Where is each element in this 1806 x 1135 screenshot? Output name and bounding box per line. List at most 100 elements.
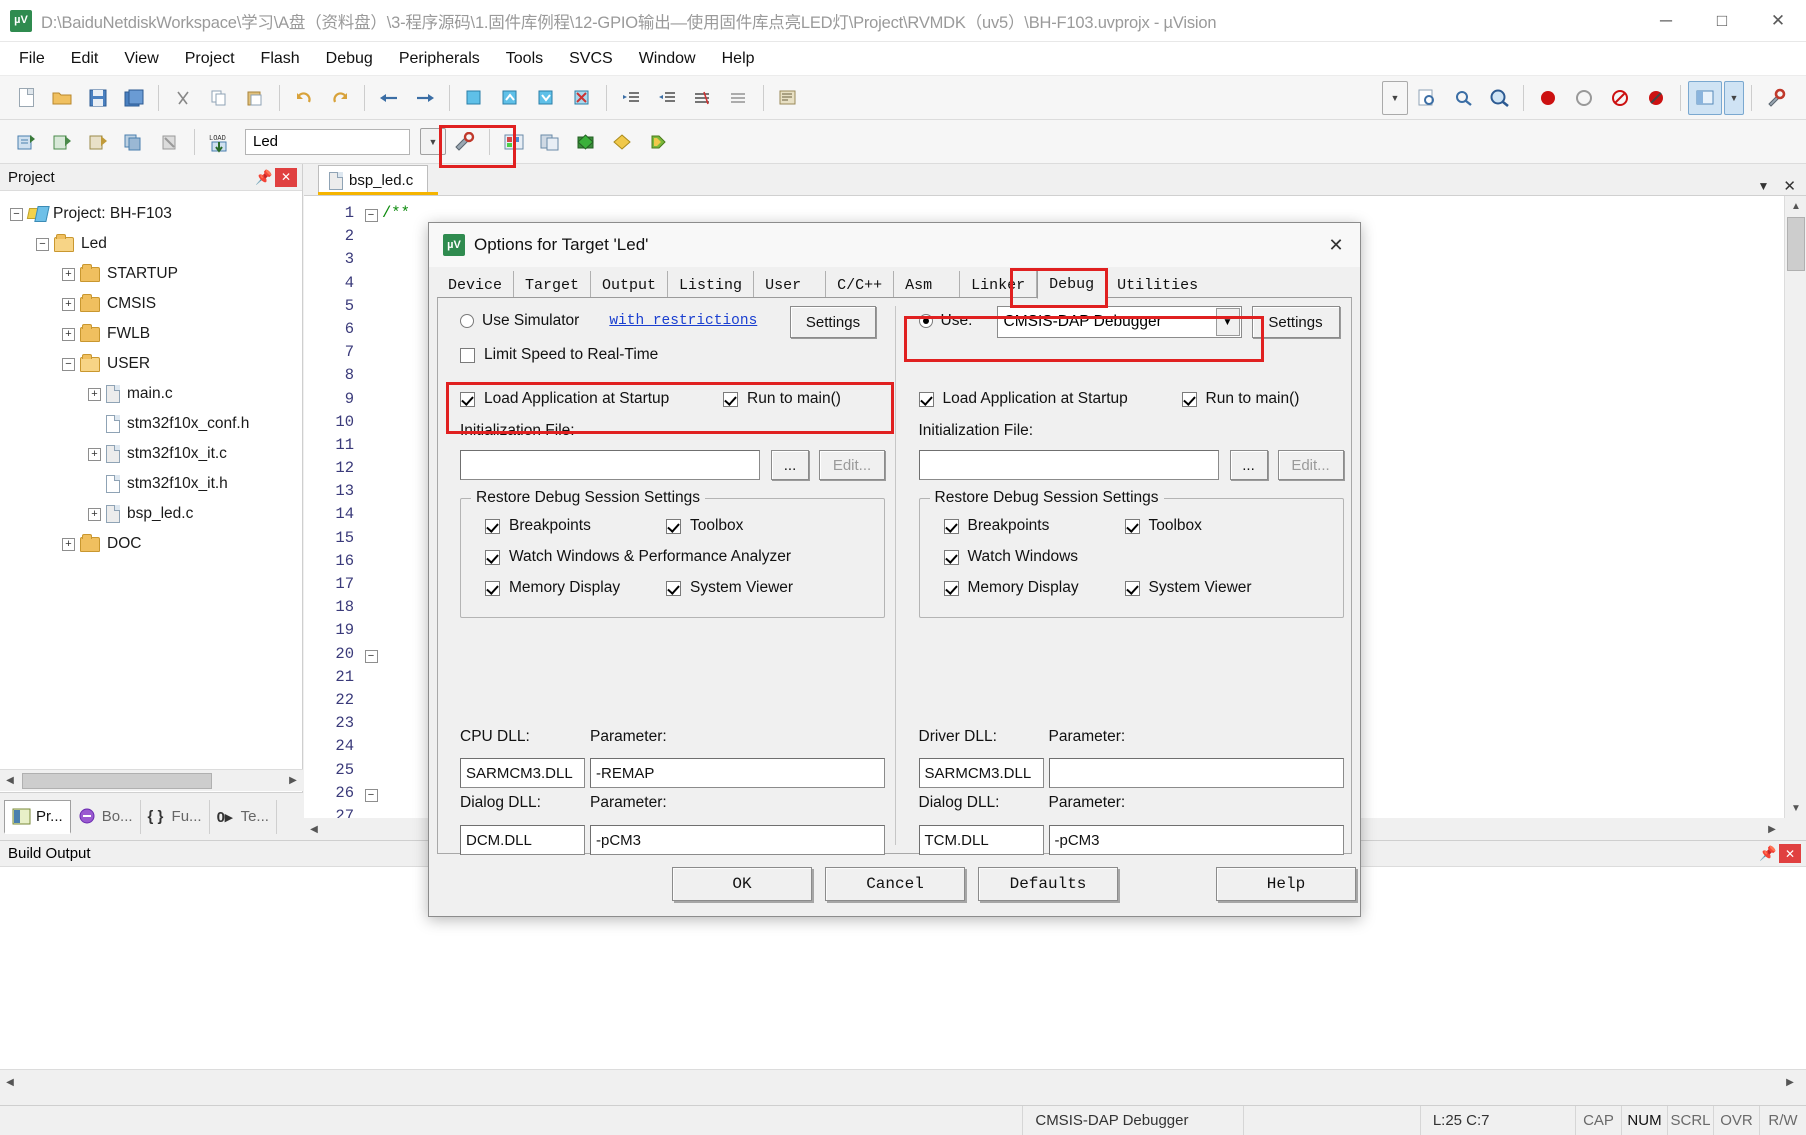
sim-toolbox-row[interactable]: Toolbox [666,517,743,535]
project-panel-hscrollbar[interactable]: ◀ ▶ [0,769,303,791]
menu-debug[interactable]: Debug [313,46,386,72]
save-all-icon[interactable] [117,81,151,115]
expander-icon[interactable]: + [62,327,75,341]
minimize-button[interactable]: ─ [1638,0,1694,42]
menu-window[interactable]: Window [626,46,709,72]
manage-windows-dropdown-icon[interactable]: ▼ [1724,80,1744,115]
find-in-files-icon[interactable] [1410,81,1444,115]
uncomment-icon[interactable] [722,81,756,115]
expander-icon[interactable]: + [62,297,75,311]
tree-item-main-c[interactable]: + main.c [10,379,302,409]
sim-watch-windows-checkbox[interactable] [485,549,500,565]
menu-svcs[interactable]: SVCS [556,46,626,72]
dbg-breakpoints-row[interactable]: Breakpoints [943,517,1049,535]
dbg-run-to-main-checkbox[interactable] [1181,391,1197,407]
tree-item-cmsis[interactable]: + CMSIS [10,289,302,319]
target-options-icon[interactable] [448,125,482,159]
fold-toggle-icon[interactable]: − [364,649,378,663]
incremental-find-icon[interactable] [1446,81,1480,115]
expander-icon[interactable]: − [36,237,49,251]
close-icon[interactable]: ✕ [275,167,297,187]
debugger-settings-button[interactable]: Settings [1251,306,1340,338]
dbg-toolbox-checkbox[interactable] [1124,518,1140,534]
help-button[interactable]: Help [1216,867,1356,901]
with-restrictions-link[interactable]: with restrictions [609,313,757,329]
cpu-dll-input[interactable]: SARMCM3.DLL [460,758,585,788]
dialog-close-button[interactable]: ✕ [1312,223,1360,267]
new-file-icon[interactable] [9,81,43,115]
disable-breakpoint-icon[interactable] [1567,81,1601,115]
tree-item-startup[interactable]: + STARTUP [10,259,302,289]
bookmark-next-icon[interactable] [529,81,563,115]
tab-user[interactable]: User [754,271,827,299]
copy-icon[interactable] [202,81,236,115]
pin-icon[interactable]: 📌 [253,169,275,186]
dbg-memory-display-row[interactable]: Memory Display [943,579,1079,597]
expander-icon[interactable]: + [62,267,75,281]
tab-functions[interactable]: { } Fu... [141,799,210,834]
insert-breakpoint-icon[interactable] [1531,81,1565,115]
dbg-init-browse-button[interactable]: ... [1229,450,1268,480]
build-icon[interactable] [45,125,79,159]
menu-edit[interactable]: Edit [58,46,112,72]
bookmark-prev-icon[interactable] [493,81,527,115]
manage-project-items-icon[interactable] [605,125,639,159]
close-icon[interactable]: ✕ [1783,177,1796,195]
search-dropdown-icon[interactable]: ▼ [1382,80,1408,115]
sim-load-app-checkbox[interactable] [460,391,475,407]
tab-templates[interactable]: 0▸ Te... [210,799,277,834]
maximize-button[interactable]: □ [1694,0,1750,42]
target-dropdown-icon[interactable]: ▼ [420,128,446,155]
disable-all-breakpoints-icon[interactable] [1639,81,1673,115]
scroll-left-icon[interactable]: ◀ [0,770,20,791]
scroll-right-icon[interactable]: ▶ [1780,1072,1800,1093]
indent-increase-icon[interactable] [614,81,648,115]
scroll-thumb[interactable] [1786,217,1805,271]
scroll-down-icon[interactable]: ▼ [1785,798,1806,818]
expander-icon[interactable]: − [62,357,75,371]
defaults-button[interactable]: Defaults [978,867,1118,901]
bookmark-clear-icon[interactable] [565,81,599,115]
tab-device[interactable]: Device [437,271,515,299]
tab-utilities[interactable]: Utilities [1106,271,1209,299]
tree-item-user[interactable]: − USER [10,349,302,379]
tree-item-doc[interactable]: + DOC [10,529,302,559]
nav-back-icon[interactable] [372,81,406,115]
scroll-left-icon[interactable]: ◀ [304,819,324,839]
pin-icon[interactable]: 📌 [1757,845,1779,862]
dialog-dll-input[interactable]: DCM.DLL [460,825,585,855]
tree-item-stm32f10x-it-c[interactable]: + stm32f10x_it.c [10,439,302,469]
indent-decrease-icon[interactable] [650,81,684,115]
tree-item-led[interactable]: − Led [10,229,302,259]
dbg-load-app-row[interactable]: Load Application at Startup [918,390,1128,408]
sim-breakpoints-checkbox[interactable] [485,518,500,534]
sim-system-viewer-row[interactable]: System Viewer [666,579,793,597]
nav-forward-icon[interactable] [408,81,442,115]
editor-fold-column[interactable]: − − − [360,196,382,840]
manage-windows-icon[interactable] [1688,80,1722,115]
tab-output[interactable]: Output [591,271,669,299]
rebuild-icon[interactable] [81,125,115,159]
driver-dll-input[interactable]: SARMCM3.DLL [918,758,1044,788]
redo-icon[interactable] [323,81,357,115]
tree-item-bsp-led-c[interactable]: + bsp_led.c [10,499,302,529]
use-simulator-row[interactable]: Use Simulator with restrictions [460,312,757,330]
expander-icon[interactable]: − [10,207,23,221]
scroll-thumb[interactable] [22,772,212,789]
use-debugger-row[interactable]: Use: [918,312,972,330]
debugger-select[interactable]: CMSIS-DAP Debugger ▼ [996,306,1242,338]
batch-build-icon[interactable] [117,125,151,159]
sim-memory-display-row[interactable]: Memory Display [485,579,620,597]
tab-linker[interactable]: Linker [960,271,1038,299]
clear-breakpoints-icon[interactable] [1603,81,1637,115]
use-simulator-radio[interactable] [460,314,474,328]
configure-icon[interactable] [1759,81,1793,115]
tree-item-project[interactable]: − Project: BH-F103 [10,199,302,229]
sim-breakpoints-row[interactable]: Breakpoints [485,517,591,535]
sim-init-browse-button[interactable]: ... [771,450,809,480]
menu-file[interactable]: File [6,46,58,72]
scroll-up-icon[interactable]: ▲ [1785,196,1806,216]
cut-icon[interactable] [166,81,200,115]
undo-icon[interactable] [287,81,321,115]
menu-view[interactable]: View [111,46,171,72]
